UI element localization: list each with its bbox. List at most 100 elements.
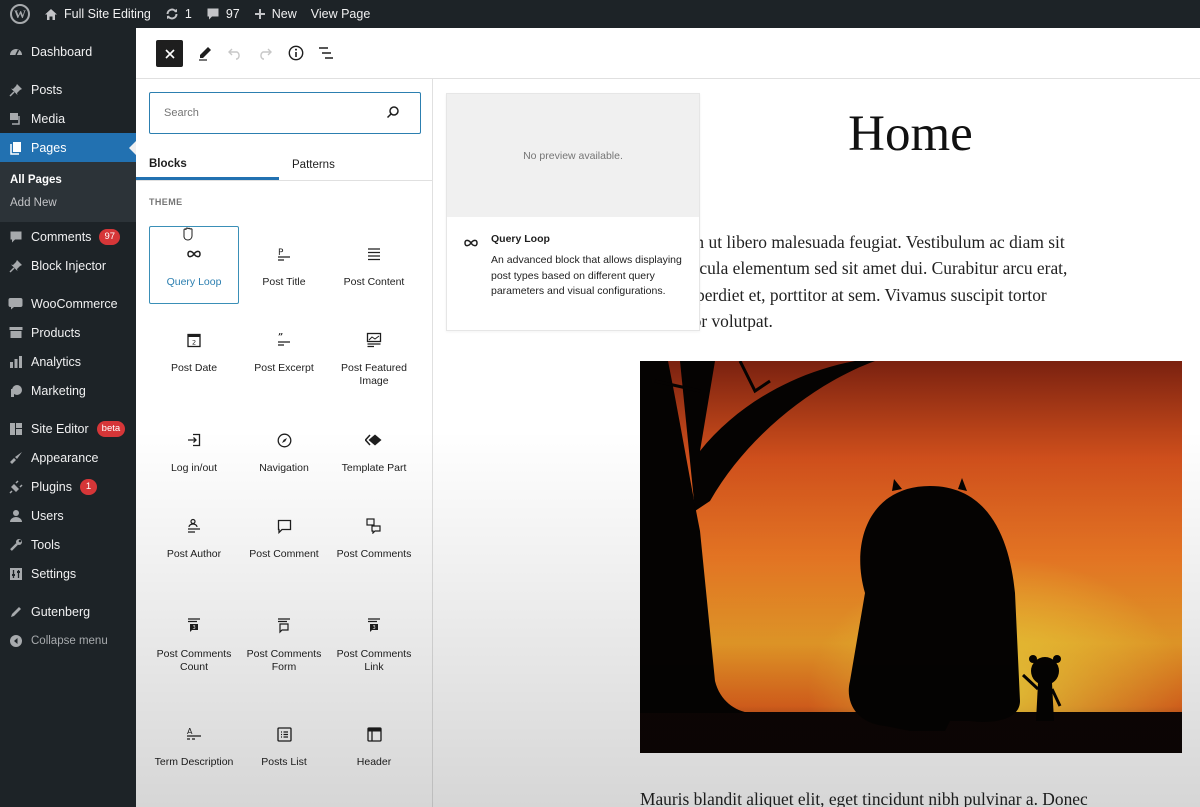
comment-icon	[8, 229, 23, 244]
block-log-in-out[interactable]: Log in/out	[149, 412, 239, 490]
menu-label: WooCommerce	[31, 296, 118, 311]
bar-chart-icon	[8, 354, 23, 369]
block-post-comments-form[interactable]: Post Comments Form	[239, 598, 329, 698]
menu-label: Posts	[31, 82, 63, 97]
post-content-icon	[367, 245, 381, 263]
block-post-featured-image[interactable]: Post Featured Image	[329, 312, 419, 412]
refresh-icon	[166, 8, 178, 20]
svg-text:2: 2	[192, 338, 196, 346]
woo-icon	[8, 296, 23, 311]
inserter-tabs: Blocks Patterns	[136, 150, 432, 181]
menu-item-marketing[interactable]: Marketing	[0, 376, 136, 405]
block-post-author[interactable]: Post Author	[149, 498, 239, 598]
block-post-date[interactable]: 2 Post Date	[149, 312, 239, 412]
menu-item-site-editor[interactable]: Site Editor beta	[0, 414, 136, 443]
excerpt-icon: ”	[276, 331, 292, 349]
menu-item-gutenberg[interactable]: Gutenberg	[0, 597, 136, 626]
submenu-all-pages[interactable]: All Pages	[0, 168, 136, 191]
new-content-link[interactable]: New	[247, 0, 304, 28]
menu-label: Site Editor	[31, 421, 89, 436]
post-title-icon: P	[276, 245, 292, 263]
menu-item-woocommerce[interactable]: WooCommerce	[0, 289, 136, 318]
block-post-title[interactable]: P Post Title	[239, 226, 329, 304]
block-header[interactable]: Header	[329, 706, 419, 806]
comments-badge: 97	[99, 228, 121, 245]
menu-item-block-injector[interactable]: Block Injector	[0, 251, 136, 280]
block-navigation[interactable]: Navigation	[239, 412, 329, 490]
menu-label: Comments	[31, 229, 92, 244]
list-view-icon	[319, 47, 333, 59]
pencil-icon	[199, 47, 211, 61]
menu-item-media[interactable]: Media	[0, 104, 136, 133]
paragraph-block[interactable]: uis lorem ut libero malesuada feugiat. V…	[639, 229, 1184, 334]
menu-item-products[interactable]: Products	[0, 318, 136, 347]
search-input[interactable]	[164, 107, 374, 119]
view-page-label: View Page	[310, 7, 371, 21]
comment-icon	[207, 8, 219, 20]
details-button[interactable]	[284, 41, 308, 65]
menu-item-appearance[interactable]: Appearance	[0, 443, 136, 472]
menu-item-posts[interactable]: Posts	[0, 75, 136, 104]
search-field[interactable]	[149, 92, 421, 134]
paragraph-line: s porttitor volutpat.	[639, 310, 773, 331]
redo-button[interactable]	[253, 41, 277, 65]
block-template-part[interactable]: Template Part	[329, 412, 419, 490]
menu-label: Gutenberg	[31, 604, 91, 619]
plugins-badge: 1	[80, 478, 97, 495]
sunset-image[interactable]	[640, 361, 1182, 753]
submenu-add-new[interactable]: Add New	[0, 191, 136, 214]
brush-icon	[8, 450, 23, 465]
collapse-menu-button[interactable]: Collapse menu	[0, 626, 136, 655]
tab-patterns[interactable]: Patterns	[279, 150, 422, 180]
list-view-button[interactable]	[314, 41, 338, 65]
undo-button[interactable]	[223, 41, 247, 65]
block-card-title: Query Loop	[491, 233, 550, 245]
menu-label: Settings	[31, 566, 77, 581]
menu-label: Pages	[31, 140, 67, 155]
block-post-comments[interactable]: Post Comments	[329, 498, 419, 598]
block-post-excerpt[interactable]: ” Post Excerpt	[239, 312, 329, 412]
menu-item-comments[interactable]: Comments 97	[0, 222, 136, 251]
loop-icon	[463, 235, 479, 253]
block-post-content[interactable]: Post Content	[329, 226, 419, 304]
undo-icon	[228, 48, 240, 60]
menu-item-dashboard[interactable]: Dashboard	[0, 37, 136, 66]
block-post-comments-count[interactable]: 3 Post Comments Count	[149, 598, 239, 698]
view-page-link[interactable]: View Page	[304, 0, 378, 28]
menu-item-pages[interactable]: Pages	[0, 133, 136, 162]
comments-link[interactable]: 97	[199, 0, 247, 28]
paragraph-line: iam vehicula elementum sed sit amet dui.…	[639, 258, 1068, 279]
close-inserter-button[interactable]	[156, 40, 183, 67]
menu-label: Users	[31, 508, 64, 523]
block-term-description[interactable]: A Term Description	[149, 706, 239, 806]
site-name-link[interactable]: Full Site Editing	[37, 0, 158, 28]
layout-icon	[8, 421, 23, 436]
loop-icon	[186, 245, 202, 263]
paragraph-line: an id imperdiet et, porttitor at sem. Vi…	[639, 284, 1047, 305]
updates-link[interactable]: 1	[158, 0, 199, 28]
home-icon	[45, 8, 57, 20]
svg-text:A: A	[187, 727, 193, 736]
menu-item-users[interactable]: Users	[0, 501, 136, 530]
menu-label: Plugins	[31, 479, 72, 494]
menu-item-analytics[interactable]: Analytics	[0, 347, 136, 376]
menu-item-plugins[interactable]: Plugins 1	[0, 472, 136, 501]
posts-list-icon	[276, 725, 292, 743]
tab-blocks[interactable]: Blocks	[136, 150, 279, 180]
block-grid: Query Loop P Post Title Post Content 2 P…	[149, 226, 419, 806]
wrench-icon	[8, 537, 23, 552]
tools-button[interactable]	[193, 41, 217, 65]
block-posts-list[interactable]: Posts List	[239, 706, 329, 806]
comments-icon	[366, 517, 382, 535]
block-post-comment[interactable]: Post Comment	[239, 498, 329, 598]
menu-item-settings[interactable]: Settings	[0, 559, 136, 588]
pages-icon	[8, 140, 23, 155]
menu-label: Products	[31, 325, 81, 340]
menu-item-tools[interactable]: Tools	[0, 530, 136, 559]
block-post-comments-link[interactable]: 3 Post Comments Link	[329, 598, 419, 698]
pin-icon	[8, 258, 23, 273]
admin-menu: Dashboard Posts Media Pages All Pages Ad…	[0, 28, 136, 807]
paragraph-block-2[interactable]: Mauris blandit aliquet elit, eget tincid…	[640, 789, 1088, 807]
wordpress-logo-button[interactable]: W	[0, 0, 37, 28]
dashboard-icon	[8, 44, 23, 59]
